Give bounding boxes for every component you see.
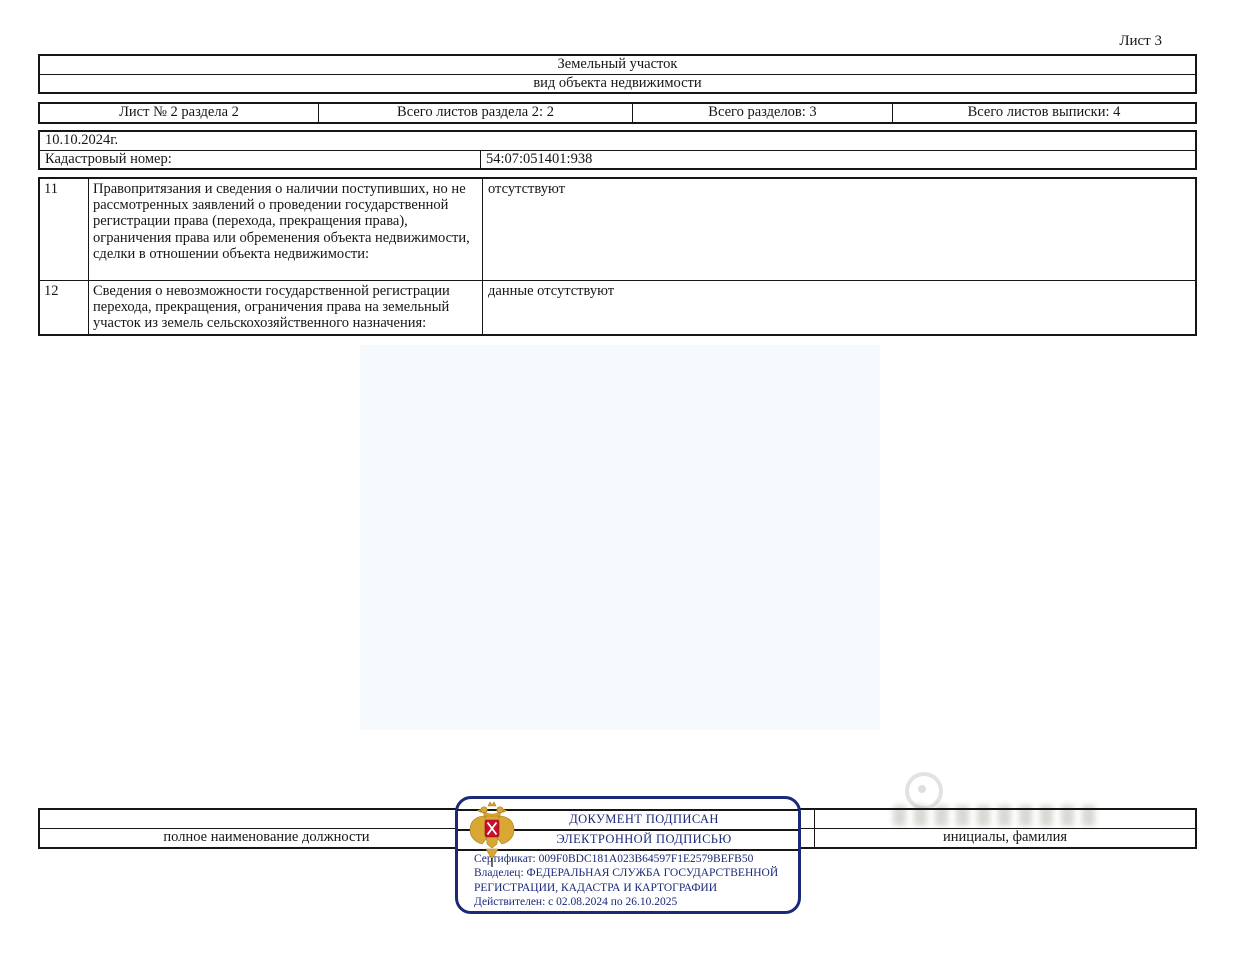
signature-cell-name-blank: [814, 810, 1195, 828]
digital-signature-stamp: ДОКУМЕНТ ПОДПИСАН ЭЛЕКТРОННОЙ ПОДПИСЬЮ С…: [455, 796, 801, 914]
table-row-12: 12 Сведения о невозможности государствен…: [40, 280, 1195, 334]
signature-cell-position-blank: [40, 810, 493, 828]
record-label: Правопритязания и сведения о наличии пос…: [88, 179, 482, 280]
sheet-info-cell-sections: Всего разделов: 3: [632, 104, 892, 122]
position-caption: полное наименование должности: [40, 829, 493, 847]
record-label: Сведения о невозможности государственной…: [88, 281, 482, 334]
object-type-caption: вид объекта недвижимости: [40, 74, 1195, 92]
name-caption: инициалы, фамилия: [814, 829, 1195, 847]
cadastral-number-label: Кадастровый номер:: [40, 151, 480, 168]
record-value: отсутствуют: [482, 179, 1195, 280]
records-table: 11 Правопритязания и сведения о наличии …: [38, 177, 1197, 336]
page-watermark-tint: [360, 345, 880, 730]
sheet-info-cell-section-total: Всего листов раздела 2: 2: [318, 104, 632, 122]
record-number: 12: [40, 281, 88, 334]
stamp-validity: Действителен: с 02.08.2024 по 26.10.2025: [474, 895, 788, 909]
table-row-11: 11 Правопритязания и сведения о наличии …: [40, 179, 1195, 280]
egrn-extract-page: Лист 3 Земельный участок вид объекта нед…: [0, 0, 1238, 957]
stamp-owner-line1: Владелец: ФЕДЕРАЛЬНАЯ СЛУЖБА ГОСУДАРСТВЕ…: [474, 866, 788, 880]
record-value: данные отсутствуют: [482, 281, 1195, 334]
stamp-certificate: Сертификат: 009F0BDC181A023B64597F1E2579…: [474, 852, 788, 866]
stamp-owner-line2: РЕГИСТРАЦИИ, КАДАСТРА И КАРТОГРАФИИ: [474, 881, 788, 895]
sheet-info-table: Лист № 2 раздела 2 Всего листов раздела …: [38, 102, 1197, 124]
object-type-value: Земельный участок: [40, 56, 1195, 74]
sheet-info-cell-section-sheet: Лист № 2 раздела 2: [40, 104, 318, 122]
rosreestr-eagle-icon: [469, 800, 515, 868]
sheet-number: Лист 3: [1119, 33, 1162, 50]
cadastral-number-value: 54:07:051401:938: [480, 151, 1195, 168]
record-number: 11: [40, 179, 88, 280]
object-type-table: Земельный участок вид объекта недвижимос…: [38, 54, 1197, 94]
sheet-info-cell-extract-total: Всего листов выписки: 4: [892, 104, 1195, 122]
extract-date: 10.10.2024г.: [40, 132, 1195, 150]
stamp-title-line1: ДОКУМЕНТ ПОДПИСАН: [514, 811, 774, 828]
meta-table: 10.10.2024г. Кадастровый номер: 54:07:05…: [38, 130, 1197, 170]
stamp-title-line2: ЭЛЕКТРОННОЙ ПОДПИСЬЮ: [514, 831, 774, 848]
